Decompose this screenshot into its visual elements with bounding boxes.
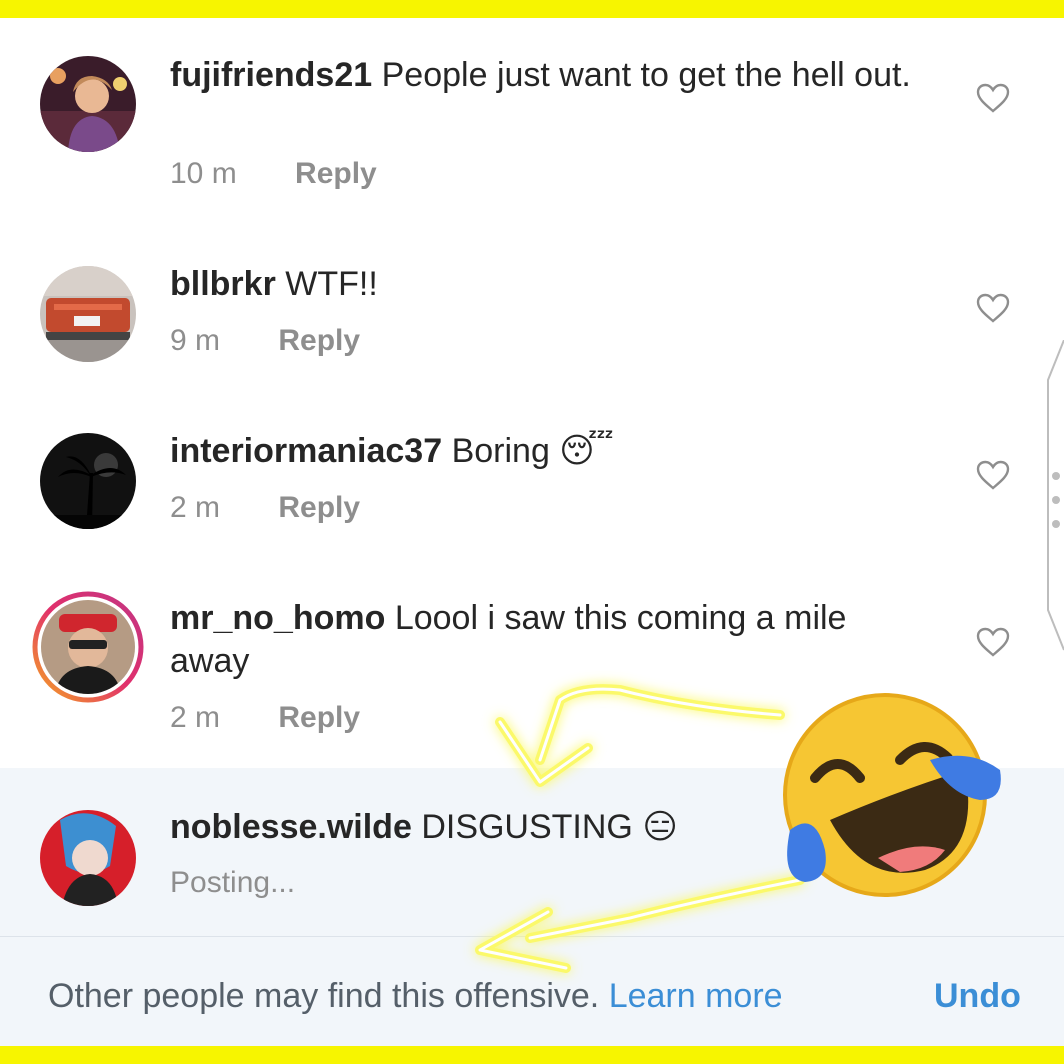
heart-outline-icon[interactable] — [976, 627, 1010, 657]
comment-username[interactable]: fujifriends21 — [170, 56, 372, 94]
comment-body: People just want to get the hell out. — [381, 56, 911, 94]
offensive-warning-bar: Other people may find this offensive. Le… — [0, 936, 1064, 1047]
comment-time: 10 m — [170, 157, 237, 190]
comment-time: 2 m — [170, 701, 221, 734]
comment-username[interactable]: noblesse.wilde — [170, 808, 412, 846]
pending-comment: noblesse.wilde DISGUSTING 😑 Posting... — [0, 768, 1064, 936]
comment-meta: 10 m Reply — [170, 157, 377, 191]
comment-text: fujifriends21 People just want to get th… — [170, 54, 930, 97]
avatar[interactable] — [40, 56, 136, 152]
reply-button[interactable]: Reply — [278, 491, 360, 524]
heart-outline-icon[interactable] — [976, 460, 1010, 490]
comment-time: 9 m — [170, 324, 221, 357]
comment-text: mr_no_homo Loool i saw this coming a mil… — [170, 597, 930, 683]
avatar[interactable] — [40, 810, 136, 906]
comment-meta: 9 m Reply — [170, 324, 360, 358]
comment-body: DISGUSTING 😑 — [421, 808, 678, 846]
top-yellow-border — [0, 0, 1064, 18]
undo-button[interactable]: Undo — [934, 977, 1021, 1016]
comment-text: bllbrkr WTF!! — [170, 263, 930, 306]
warning-message: Other people may find this offensive. — [48, 977, 600, 1015]
comment-username[interactable]: bllbrkr — [170, 265, 276, 303]
avatar[interactable] — [40, 266, 136, 362]
comment-time: 2 m — [170, 491, 221, 524]
comment-meta: 2 m Reply — [170, 701, 360, 735]
reply-button[interactable]: Reply — [295, 157, 377, 190]
heart-outline-icon[interactable] — [976, 293, 1010, 323]
comment-username[interactable]: interiormaniac37 — [170, 432, 442, 470]
heart-outline-icon[interactable] — [976, 83, 1010, 113]
comment-body: WTF!! — [285, 265, 378, 303]
comment-text: interiormaniac37 Boring 😴 — [170, 430, 930, 473]
posting-status: Posting... — [170, 866, 296, 899]
bottom-yellow-border — [0, 1046, 1064, 1064]
comment-meta: 2 m Reply — [170, 491, 360, 525]
comment-body: Boring 😴 — [451, 432, 614, 470]
reply-button[interactable]: Reply — [278, 324, 360, 357]
more-options-icon[interactable] — [1050, 470, 1062, 530]
warning-text: Other people may find this offensive. Le… — [48, 977, 783, 1016]
avatar[interactable] — [40, 433, 136, 529]
reply-button[interactable]: Reply — [278, 701, 360, 734]
learn-more-link[interactable]: Learn more — [609, 977, 783, 1015]
comment-text: noblesse.wilde DISGUSTING 😑 — [170, 806, 930, 849]
avatar[interactable] — [41, 600, 135, 694]
comment-username[interactable]: mr_no_homo — [170, 599, 385, 637]
